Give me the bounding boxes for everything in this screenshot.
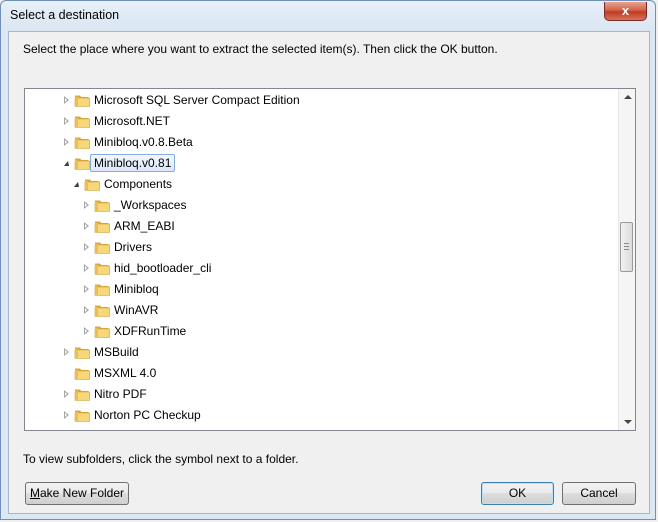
expand-arrow-icon[interactable] (84, 285, 89, 293)
tree-item[interactable]: Components (25, 174, 615, 195)
collapse-arrow-icon[interactable] (64, 161, 69, 166)
grip-line-icon (624, 246, 629, 247)
dialog-content: Select the place where you want to extra… (8, 31, 650, 514)
folder-icon (94, 305, 110, 317)
tree-item[interactable]: XDFRunTime (25, 321, 615, 342)
cancel-button[interactable]: Cancel (562, 482, 636, 505)
tree-item[interactable]: hid_bootloader_cli (25, 258, 615, 279)
expand-arrow-icon[interactable] (64, 390, 69, 398)
tree-item[interactable]: _Workspaces (25, 195, 615, 216)
ok-label: OK (508, 486, 527, 500)
tree-item[interactable]: Drivers (25, 237, 615, 258)
expand-arrow-icon[interactable] (84, 243, 89, 251)
expand-arrow-icon[interactable] (84, 222, 89, 230)
tree-item[interactable]: Minibloq.v0.81 (25, 153, 615, 174)
grip-line-icon (624, 249, 629, 250)
tree-item-label[interactable]: WinAVR (114, 302, 158, 318)
vertical-scrollbar[interactable] (618, 89, 635, 430)
expand-arrow-icon[interactable] (64, 117, 69, 125)
make-new-folder-button[interactable]: Make New Folder (25, 482, 129, 505)
dialog-window: Select a destination x Select the place … (0, 0, 656, 520)
folder-icon (74, 368, 90, 380)
tree-item-label[interactable]: Nitro PDF (94, 386, 147, 402)
tree-item-label[interactable]: MSBuild (94, 344, 139, 360)
folder-icon (94, 326, 110, 338)
expand-arrow-icon[interactable] (64, 96, 69, 104)
folder-tree[interactable]: Microsoft SQL Server Compact Edition Micr… (24, 88, 636, 431)
tree-item-label[interactable]: hid_bootloader_cli (114, 260, 211, 276)
collapse-arrow-icon[interactable] (74, 182, 79, 187)
tree-item-label[interactable]: Microsoft.NET (94, 113, 170, 129)
expand-arrow-icon[interactable] (84, 264, 89, 272)
tree-item-label-selected[interactable]: Minibloq.v0.81 (90, 154, 176, 172)
tree-item-label[interactable]: MSXML 4.0 (94, 365, 156, 381)
dialog-title: Select a destination (10, 8, 120, 22)
hint-text: To view subfolders, click the symbol nex… (23, 452, 299, 466)
tree-item-label[interactable]: Drivers (114, 239, 152, 255)
folder-icon (74, 137, 90, 149)
tree-item-label[interactable]: _Workspaces (114, 197, 186, 213)
scroll-up-arrow-icon[interactable] (624, 95, 632, 99)
tree-item[interactable]: Minibloq.v0.8.Beta (25, 132, 615, 153)
grip-line-icon (624, 243, 629, 244)
folder-icon (74, 116, 90, 128)
tree-item[interactable]: WinAVR (25, 300, 615, 321)
tree-item-label[interactable]: Minibloq (114, 281, 159, 297)
tree-item-label[interactable]: Microsoft SQL Server Compact Edition (94, 92, 300, 108)
expand-arrow-icon[interactable] (64, 138, 69, 146)
make-new-folder-label: ake New Folder (39, 486, 125, 500)
close-button[interactable]: x (604, 2, 647, 21)
tree-item[interactable]: MSBuild (25, 342, 615, 363)
tree-item[interactable]: Minibloq (25, 279, 615, 300)
folder-icon (74, 95, 90, 107)
folder-icon (94, 221, 110, 233)
tree-item[interactable]: Nitro PDF (25, 384, 615, 405)
tree-item-label[interactable]: ARM_EABI (114, 218, 175, 234)
folder-icon (74, 389, 90, 401)
tree-item[interactable]: ARM_EABI (25, 216, 615, 237)
folder-icon (94, 284, 110, 296)
expand-arrow-icon[interactable] (84, 201, 89, 209)
tree-item-label[interactable]: Norton PC Checkup (94, 407, 201, 423)
expand-arrow-icon[interactable] (84, 327, 89, 335)
ok-button[interactable]: OK (481, 482, 554, 505)
tree-item-label[interactable]: XDFRunTime (114, 323, 186, 339)
expand-arrow-icon[interactable] (64, 348, 69, 356)
folder-icon (74, 347, 90, 359)
folder-icon (94, 242, 110, 254)
expand-arrow-icon[interactable] (64, 411, 69, 419)
instruction-text: Select the place where you want to extra… (23, 42, 498, 56)
folder-icon (94, 200, 110, 212)
tree-item[interactable]: Microsoft.NET (25, 111, 615, 132)
tree-item[interactable]: MSXML 4.0 (25, 363, 615, 384)
folder-icon (74, 410, 90, 422)
scroll-down-arrow-icon[interactable] (624, 420, 632, 424)
tree-item-label[interactable]: Minibloq.v0.8.Beta (94, 134, 193, 150)
cancel-label: Cancel (580, 486, 618, 500)
tree-item[interactable]: Microsoft SQL Server Compact Edition (25, 90, 615, 111)
tree-item-label[interactable]: Components (104, 176, 172, 192)
close-icon: x (621, 3, 630, 18)
folder-icon (94, 263, 110, 275)
expand-arrow-icon[interactable] (84, 306, 89, 314)
scroll-thumb[interactable] (620, 222, 633, 272)
folder-icon (84, 179, 100, 191)
tree-item[interactable]: Norton PC Checkup (25, 405, 615, 426)
title-bar[interactable]: Select a destination x (1, 1, 655, 31)
make-new-folder-accel: M (29, 486, 40, 500)
folder-icon (74, 158, 90, 170)
